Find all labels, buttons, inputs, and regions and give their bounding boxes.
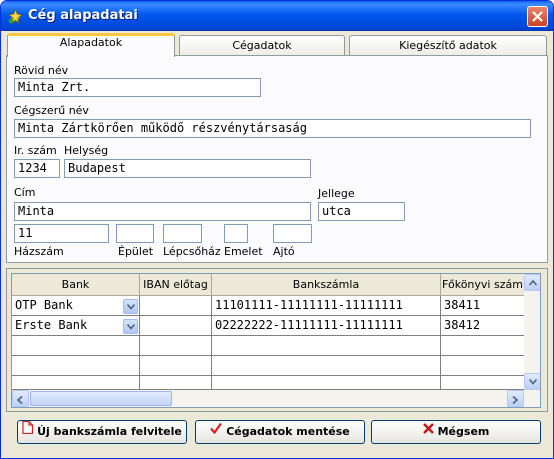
bank-accounts-grid[interactable]: Bank IBAN előtag Bankszámla Főkönyvi szá… <box>11 273 541 408</box>
city-input[interactable]: Budapest <box>64 159 311 178</box>
close-icon <box>532 11 543 22</box>
table-row-empty[interactable] <box>12 376 140 390</box>
table-row-empty[interactable] <box>441 356 525 376</box>
tab-cegadatok[interactable]: Cégadatok <box>179 35 345 57</box>
floor-input[interactable] <box>224 224 248 243</box>
table-row-empty[interactable] <box>212 356 441 376</box>
scroll-down-button[interactable] <box>524 373 540 390</box>
bank-accounts-panel: Bank IBAN előtag Bankszámla Főkönyvi szá… <box>6 268 548 412</box>
new-bank-account-button[interactable]: Új bankszámla felvitele <box>17 420 187 444</box>
bank-dropdown-button-1[interactable] <box>123 299 138 314</box>
bank-dropdown-button-2[interactable] <box>123 319 138 334</box>
table-row-empty[interactable] <box>441 336 525 356</box>
table-row-empty[interactable] <box>140 356 212 376</box>
house-number-label: Házszám <box>14 245 64 258</box>
company-name-label: Cégszerű név <box>14 104 89 117</box>
staircase-label: Lépcsőház <box>163 245 221 258</box>
floor-label: Emelet <box>224 245 263 258</box>
column-header-bank[interactable]: Bank <box>12 274 140 296</box>
table-row-1-iban[interactable] <box>140 296 212 316</box>
title-bar[interactable]: Cég alapadatai <box>1 1 553 31</box>
close-icon <box>422 420 434 442</box>
company-name-input[interactable]: Minta Zártkörően működő részvénytársaság <box>14 119 531 138</box>
staircase-input[interactable] <box>163 224 202 243</box>
new-document-icon <box>22 420 34 442</box>
horizontal-scroll-thumb[interactable] <box>30 391 172 406</box>
door-input[interactable] <box>273 224 312 243</box>
table-row-1-account[interactable]: 11101111-11111111-11111111 <box>212 296 441 316</box>
column-header-account[interactable]: Bankszámla <box>212 274 441 296</box>
column-header-iban[interactable]: IBAN előtag <box>140 274 212 296</box>
app-icon <box>7 7 24 25</box>
table-row-2-iban[interactable] <box>140 316 212 336</box>
tab-panel-alapadatok: Rövid név Minta Zrt. Cégszerű név Minta … <box>6 55 548 263</box>
company-dialog-window: Cég alapadatai Alapadatok Cégadatok Kieg… <box>0 0 554 459</box>
table-row-2-bank[interactable]: Erste Bank <box>12 316 140 336</box>
table-row-empty[interactable] <box>140 376 212 390</box>
table-row-2-ledger[interactable]: 38412 <box>441 316 525 336</box>
building-label: Épület <box>118 245 154 258</box>
table-row-1-bank[interactable]: OTP Bank <box>12 296 140 316</box>
table-row-empty[interactable] <box>212 336 441 356</box>
street-type-label: Jellege <box>318 187 355 200</box>
tab-kiegeszito-adatok[interactable]: Kiegészítő adatok <box>349 35 547 57</box>
zip-input[interactable]: 1234 <box>14 159 60 178</box>
house-number-input[interactable]: 11 <box>14 224 109 243</box>
scroll-right-button[interactable] <box>507 390 524 407</box>
address-input[interactable]: Minta <box>14 202 311 221</box>
scroll-left-button[interactable] <box>12 390 29 407</box>
chevron-down-icon <box>127 324 135 330</box>
table-row-empty[interactable] <box>212 376 441 390</box>
horizontal-scrollbar[interactable] <box>12 390 540 407</box>
cancel-button[interactable]: Mégsem <box>371 420 541 444</box>
vertical-scrollbar[interactable] <box>524 274 540 390</box>
scroll-up-button[interactable] <box>524 274 540 291</box>
tab-alapadatok[interactable]: Alapadatok <box>7 33 175 57</box>
zip-label: Ir. szám <box>14 144 57 157</box>
close-button[interactable] <box>527 6 548 27</box>
table-row-empty[interactable] <box>12 336 140 356</box>
table-row-empty[interactable] <box>12 356 140 376</box>
save-company-data-button[interactable]: Cégadatok mentése <box>195 420 365 444</box>
table-row-2-account[interactable]: 02222222-11111111-11111111 <box>212 316 441 336</box>
table-row-empty[interactable] <box>140 336 212 356</box>
window-title: Cég alapadatai <box>28 8 138 23</box>
short-name-label: Rövid név <box>14 64 69 77</box>
street-type-input[interactable]: utca <box>318 202 405 221</box>
chevron-down-icon <box>529 379 537 385</box>
chevron-right-icon <box>512 396 518 404</box>
chevron-left-icon <box>17 396 23 404</box>
address-label: Cím <box>14 186 36 199</box>
chevron-up-icon <box>529 280 537 286</box>
table-row-1-ledger[interactable]: 38411 <box>441 296 525 316</box>
building-input[interactable] <box>116 224 154 243</box>
column-header-ledger[interactable]: Főkönyvi szám <box>441 274 525 296</box>
door-label: Ajtó <box>273 245 295 258</box>
short-name-input[interactable]: Minta Zrt. <box>14 78 261 97</box>
city-label: Helység <box>64 144 109 157</box>
chevron-down-icon <box>127 304 135 310</box>
checkmark-icon <box>210 420 223 442</box>
table-row-empty[interactable] <box>441 376 525 390</box>
